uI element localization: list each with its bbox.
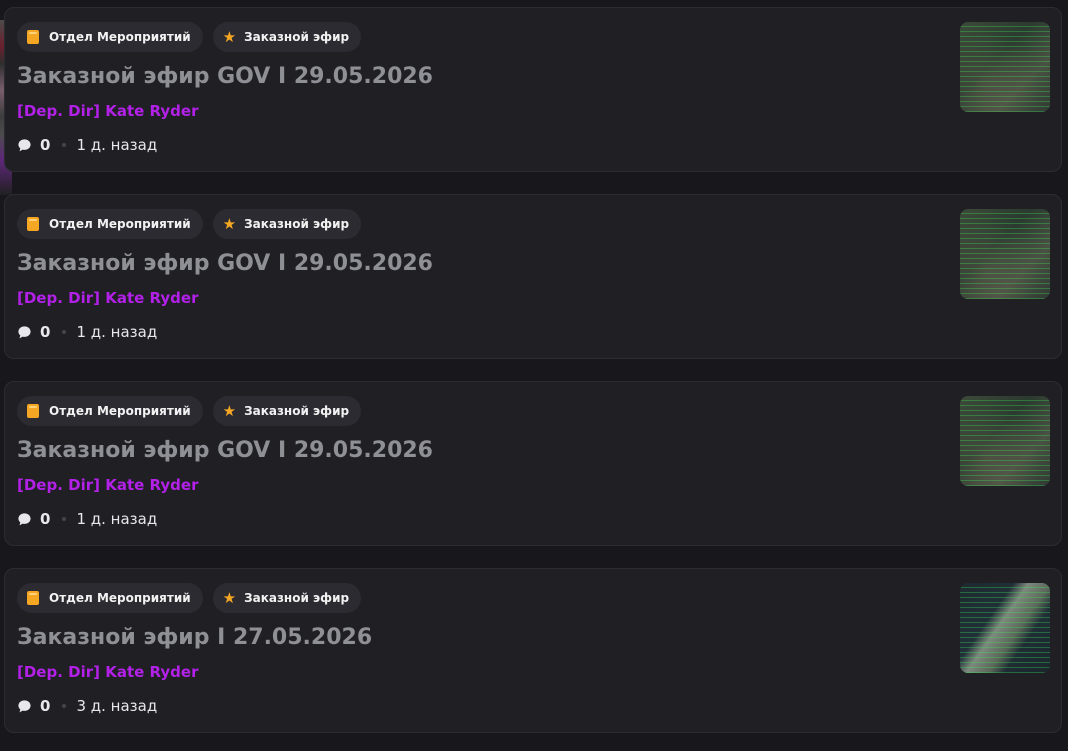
speech-bubble-icon [18,138,31,151]
thread-author[interactable]: [Dep. Dir] Kate Ryder [17,289,198,307]
star-icon: ★ [222,588,237,607]
tag-type[interactable]: ★ Заказной эфир [212,396,362,426]
tag-department[interactable]: Отдел Мероприятий [17,209,203,239]
tag-department-label: Отдел Мероприятий [49,591,191,605]
thread-card[interactable]: Отдел Мероприятий ★ Заказной эфир Заказн… [4,381,1062,546]
thread-title[interactable]: Заказной эфир I 27.05.2026 [17,625,372,650]
thread-meta: 0 1 д. назад [17,323,157,341]
post-time: 1 д. назад [76,136,158,154]
thread-author[interactable]: [Dep. Dir] Kate Ryder [17,102,198,120]
star-icon: ★ [222,214,237,233]
tag-department-label: Отдел Мероприятий [49,30,191,44]
separator-dot [62,704,67,708]
thread-card[interactable]: Отдел Мероприятий ★ Заказной эфир Заказн… [4,568,1062,733]
speech-bubble-icon [18,512,31,525]
thread-thumbnail[interactable] [960,22,1050,112]
speech-bubble-icon [18,699,31,712]
thread-thumbnail[interactable] [960,583,1050,673]
tag-department-label: Отдел Мероприятий [49,404,191,418]
thread-card[interactable]: Отдел Мероприятий ★ Заказной эфир Заказн… [4,194,1062,359]
comment-count: 0 [40,510,51,528]
star-icon: ★ [222,401,237,420]
book-icon [27,591,39,605]
tag-type-label: Заказной эфир [244,591,350,605]
separator-dot [62,330,67,334]
post-time: 1 д. назад [76,323,158,341]
tag-list: Отдел Мероприятий ★ Заказной эфир [17,209,362,239]
thread-thumbnail[interactable] [960,396,1050,486]
book-icon [27,404,39,418]
thread-meta: 0 1 д. назад [17,510,157,528]
tag-type[interactable]: ★ Заказной эфир [212,583,362,613]
comment-count: 0 [40,697,51,715]
thread-title[interactable]: Заказной эфир GOV I 29.05.2026 [17,438,433,463]
tag-type[interactable]: ★ Заказной эфир [212,22,362,52]
speech-bubble-icon [18,325,31,338]
thread-meta: 0 1 д. назад [17,136,157,154]
star-icon: ★ [222,27,237,46]
post-time: 1 д. назад [76,510,158,528]
thread-list: Отдел Мероприятий ★ Заказной эфир Заказн… [0,0,1068,751]
tag-type-label: Заказной эфир [244,30,350,44]
tag-department-label: Отдел Мероприятий [49,217,191,231]
separator-dot [62,517,67,521]
tag-type-label: Заказной эфир [244,217,350,231]
post-time: 3 д. назад [76,697,158,715]
tag-department[interactable]: Отдел Мероприятий [17,396,203,426]
book-icon [27,30,39,44]
comment-count: 0 [40,323,51,341]
tag-department[interactable]: Отдел Мероприятий [17,583,203,613]
separator-dot [62,143,67,147]
tag-list: Отдел Мероприятий ★ Заказной эфир [17,396,362,426]
tag-list: Отдел Мероприятий ★ Заказной эфир [17,583,362,613]
tag-type[interactable]: ★ Заказной эфир [212,209,362,239]
tag-list: Отдел Мероприятий ★ Заказной эфир [17,22,362,52]
thread-title[interactable]: Заказной эфир GOV I 29.05.2026 [17,251,433,276]
comment-count: 0 [40,136,51,154]
thread-author[interactable]: [Dep. Dir] Kate Ryder [17,476,198,494]
book-icon [27,217,39,231]
thread-title[interactable]: Заказной эфир GOV I 29.05.2026 [17,64,433,89]
thread-meta: 0 3 д. назад [17,697,157,715]
thread-card[interactable]: Отдел Мероприятий ★ Заказной эфир Заказн… [4,7,1062,172]
thread-thumbnail[interactable] [960,209,1050,299]
thread-author[interactable]: [Dep. Dir] Kate Ryder [17,663,198,681]
tag-department[interactable]: Отдел Мероприятий [17,22,203,52]
tag-type-label: Заказной эфир [244,404,350,418]
